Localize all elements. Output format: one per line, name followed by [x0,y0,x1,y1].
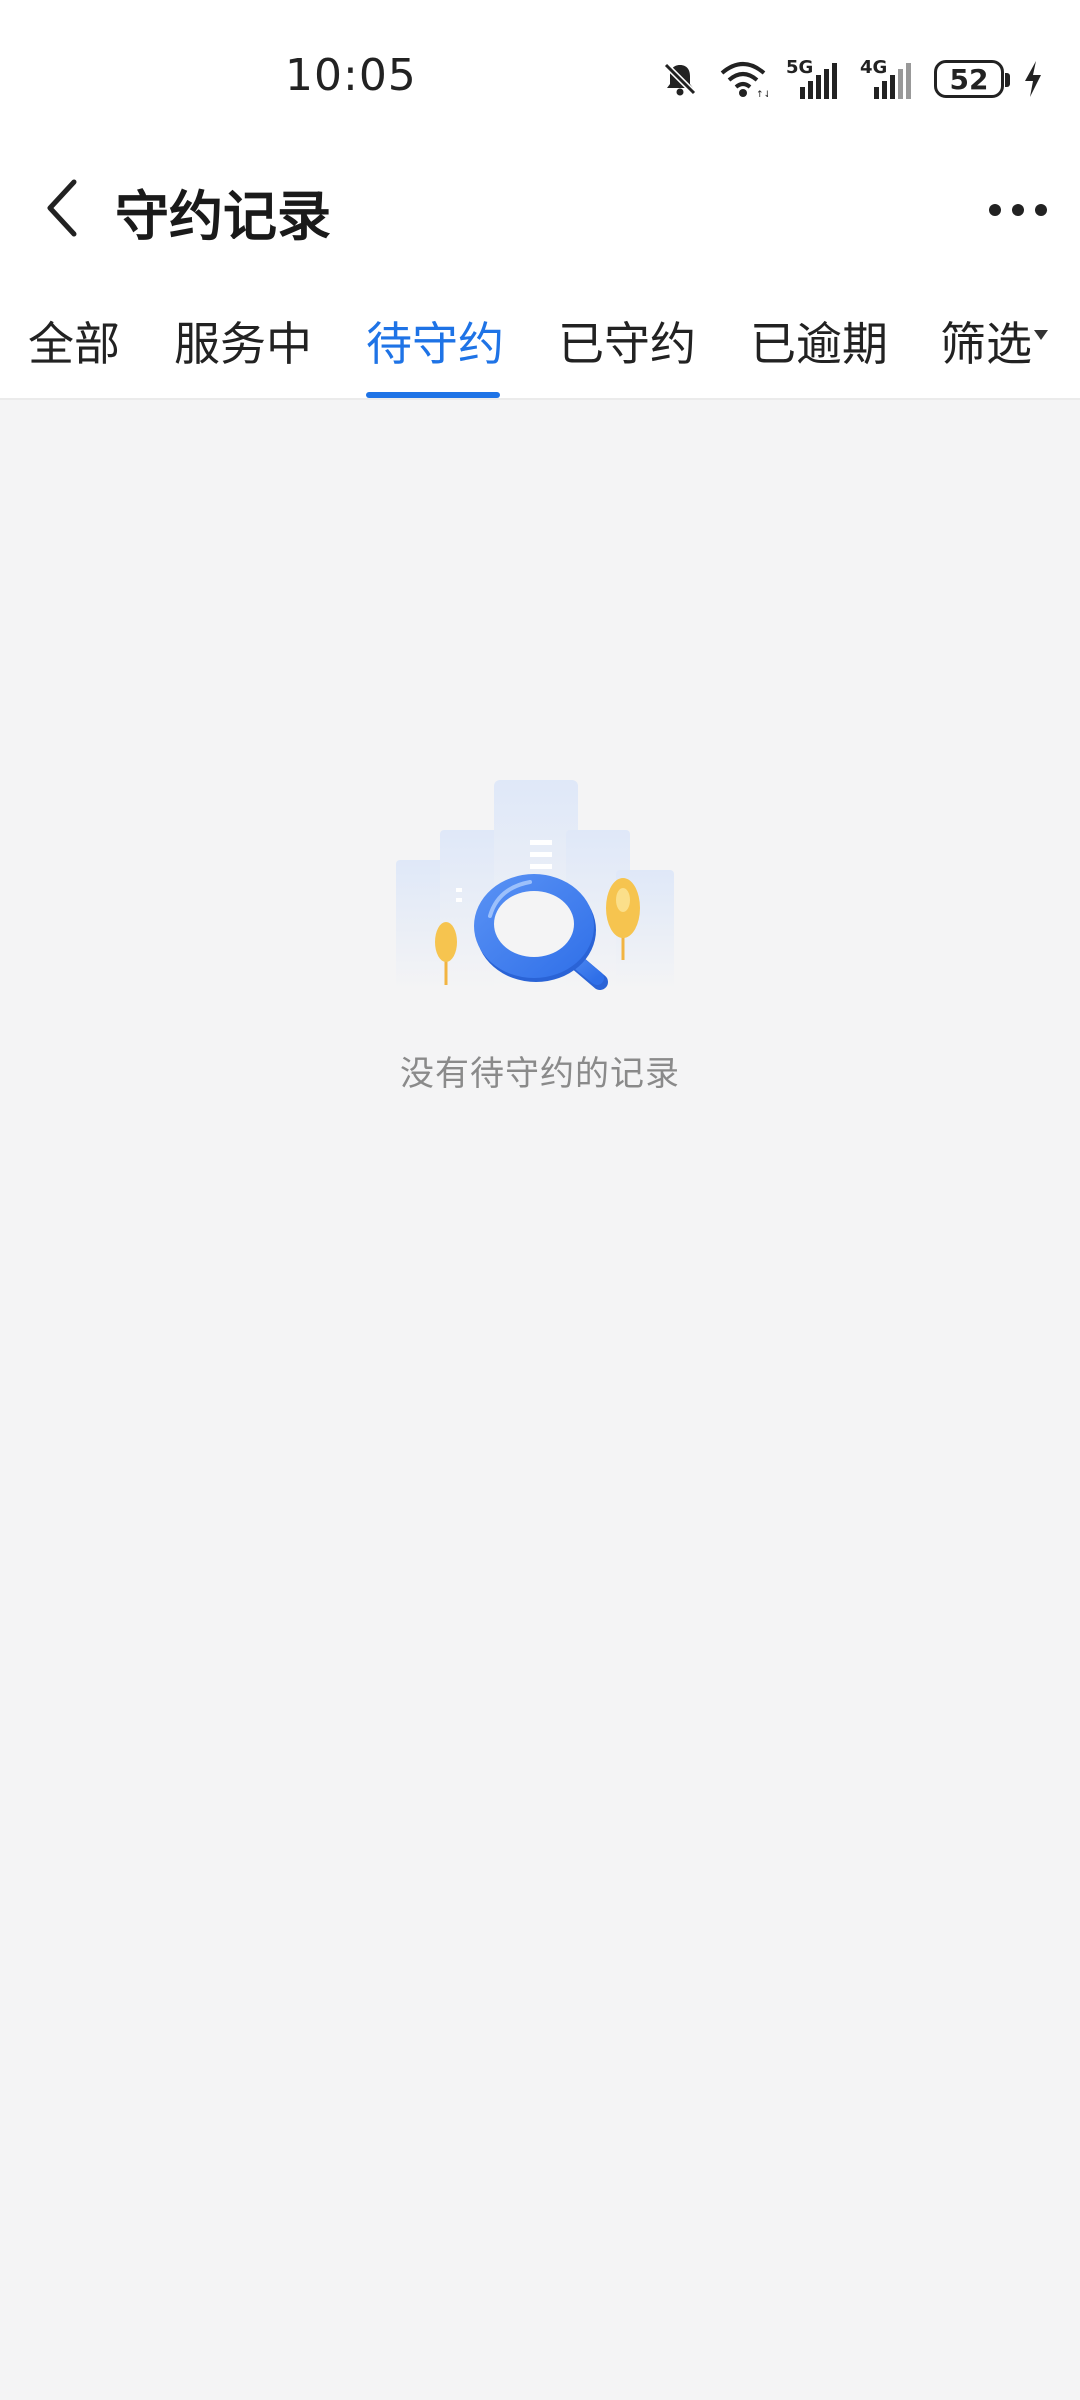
status-icons: ↑↓ 5G 4G 52 [660,54,1044,104]
page-title: 守约记录 [115,185,331,248]
battery-level: 52 [949,62,989,96]
tab-all[interactable]: 全部 [28,308,120,374]
more-horizontal-icon [989,204,1001,216]
bell-off-icon [660,59,700,99]
chevron-left-icon [42,178,82,242]
back-button[interactable] [22,170,102,250]
signal-4g-icon: 4G [860,57,916,101]
status-time: 10:05 [285,50,417,101]
nav-bar: 守约记录 [0,140,1080,270]
svg-text:↑↓: ↑↓ [756,90,768,99]
tab-pending[interactable]: 待守约 [366,308,504,374]
wifi-icon: ↑↓ [718,59,768,99]
empty-state-illustration [390,770,690,1020]
caret-down-icon [1034,330,1048,340]
signal-5g-icon: 5G [786,57,842,101]
tab-filter[interactable]: 筛选 [940,308,1032,374]
charging-icon [1022,59,1044,99]
tab-in-service[interactable]: 服务中 [174,308,312,374]
signal-4g-label: 4G [860,57,887,78]
battery-icon: 52 [934,60,1010,98]
tab-bar: 全部 服务中 待守约 已守约 已逾期 筛选 [0,270,1080,400]
empty-state-message: 没有待守约的记录 [400,1054,680,1094]
signal-5g-label: 5G [786,57,813,78]
active-tab-indicator [366,392,500,398]
tab-overdue[interactable]: 已逾期 [750,308,888,374]
more-button[interactable] [978,170,1058,250]
status-bar: 10:05 ↑↓ 5G 4G 52 [0,0,1080,140]
tab-kept[interactable]: 已守约 [558,308,696,374]
